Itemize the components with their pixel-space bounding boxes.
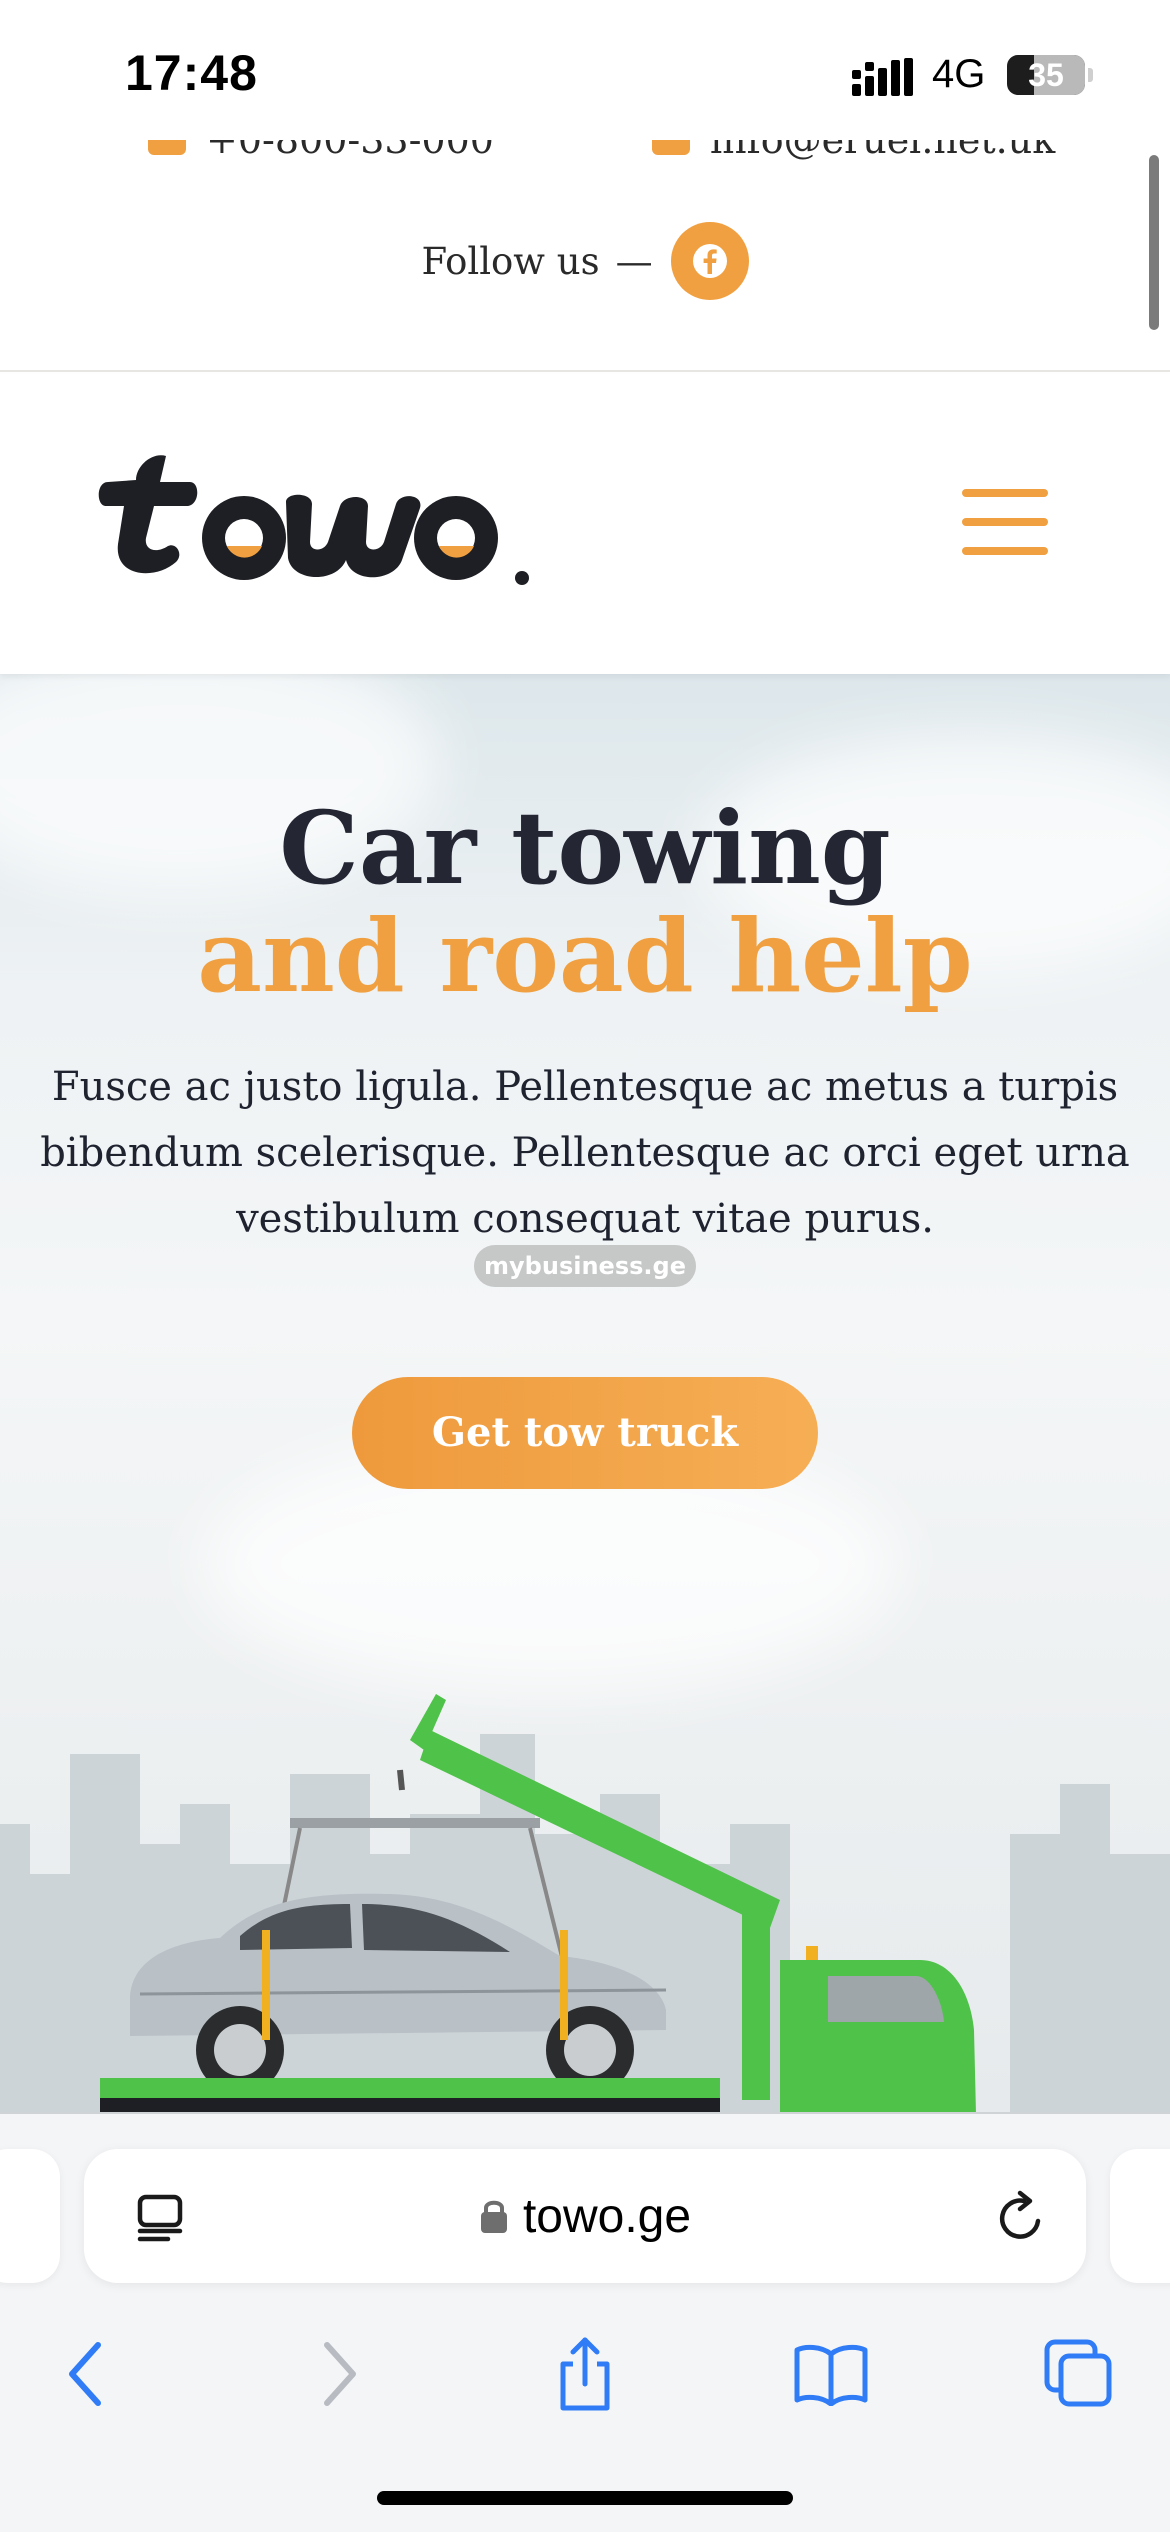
status-time: 17:48 bbox=[125, 45, 258, 101]
address-bar[interactable]: towo.ge bbox=[84, 2149, 1086, 2283]
battery-level: 35 bbox=[1028, 57, 1064, 93]
browser-toolbar bbox=[0, 2329, 1170, 2429]
get-tow-truck-button[interactable]: Get tow truck bbox=[352, 1377, 818, 1489]
previous-tab-card[interactable] bbox=[0, 2149, 60, 2283]
share-button[interactable] bbox=[540, 2329, 630, 2419]
tow-truck-illustration bbox=[100, 1694, 976, 2114]
network-type: 4G bbox=[932, 52, 986, 96]
chevron-right-icon bbox=[324, 2342, 356, 2406]
contact-topbar: +0-800-33-000 info@eruel.net.uk Follow u… bbox=[0, 110, 1170, 372]
battery-icon: 35 bbox=[1007, 55, 1085, 95]
hero-title: Car towing and road help bbox=[0, 794, 1170, 1010]
tabs-button[interactable] bbox=[1034, 2329, 1124, 2419]
next-tab-card[interactable] bbox=[1110, 2149, 1170, 2283]
hero-title-line2: and road help bbox=[197, 897, 973, 1015]
cellular-signal-icon bbox=[852, 58, 913, 96]
hero-title-line1: Car towing bbox=[279, 789, 891, 907]
page-scrollbar[interactable] bbox=[1149, 155, 1159, 330]
url-text: towo.ge bbox=[522, 2189, 692, 2243]
forward-button[interactable] bbox=[293, 2329, 383, 2419]
lock-icon bbox=[480, 2200, 507, 2233]
share-icon bbox=[560, 2337, 610, 2411]
hero-section: Car towing and road help Fusce ac justo … bbox=[0, 674, 1170, 2114]
back-button[interactable] bbox=[42, 2329, 132, 2419]
towo-logo[interactable] bbox=[96, 442, 536, 592]
reload-icon[interactable] bbox=[994, 2189, 1048, 2245]
chevron-left-icon bbox=[69, 2342, 101, 2406]
follow-us: Follow us — bbox=[0, 222, 1170, 300]
facebook-button[interactable] bbox=[670, 222, 749, 300]
bookmarks-button[interactable] bbox=[786, 2329, 876, 2419]
follow-dash: — bbox=[615, 239, 653, 283]
book-icon bbox=[794, 2344, 868, 2406]
home-indicator[interactable] bbox=[377, 2491, 793, 2505]
tabs-icon bbox=[1044, 2339, 1112, 2407]
facebook-icon bbox=[692, 244, 727, 278]
status-bar: 17:48 4G 35 bbox=[0, 0, 1170, 140]
battery-cap bbox=[1088, 68, 1093, 82]
menu-hamburger-icon[interactable] bbox=[962, 489, 1048, 555]
safari-browser-bar: towo.ge bbox=[0, 2114, 1170, 2532]
follow-label: Follow us bbox=[421, 239, 600, 283]
watermark-badge: mybusiness.ge bbox=[474, 1245, 696, 1287]
hero-description: Fusce ac justo ligula. Pellentesque ac m… bbox=[40, 1064, 1130, 1242]
url-display[interactable]: towo.ge bbox=[84, 2149, 1086, 2283]
site-header bbox=[0, 374, 1170, 674]
